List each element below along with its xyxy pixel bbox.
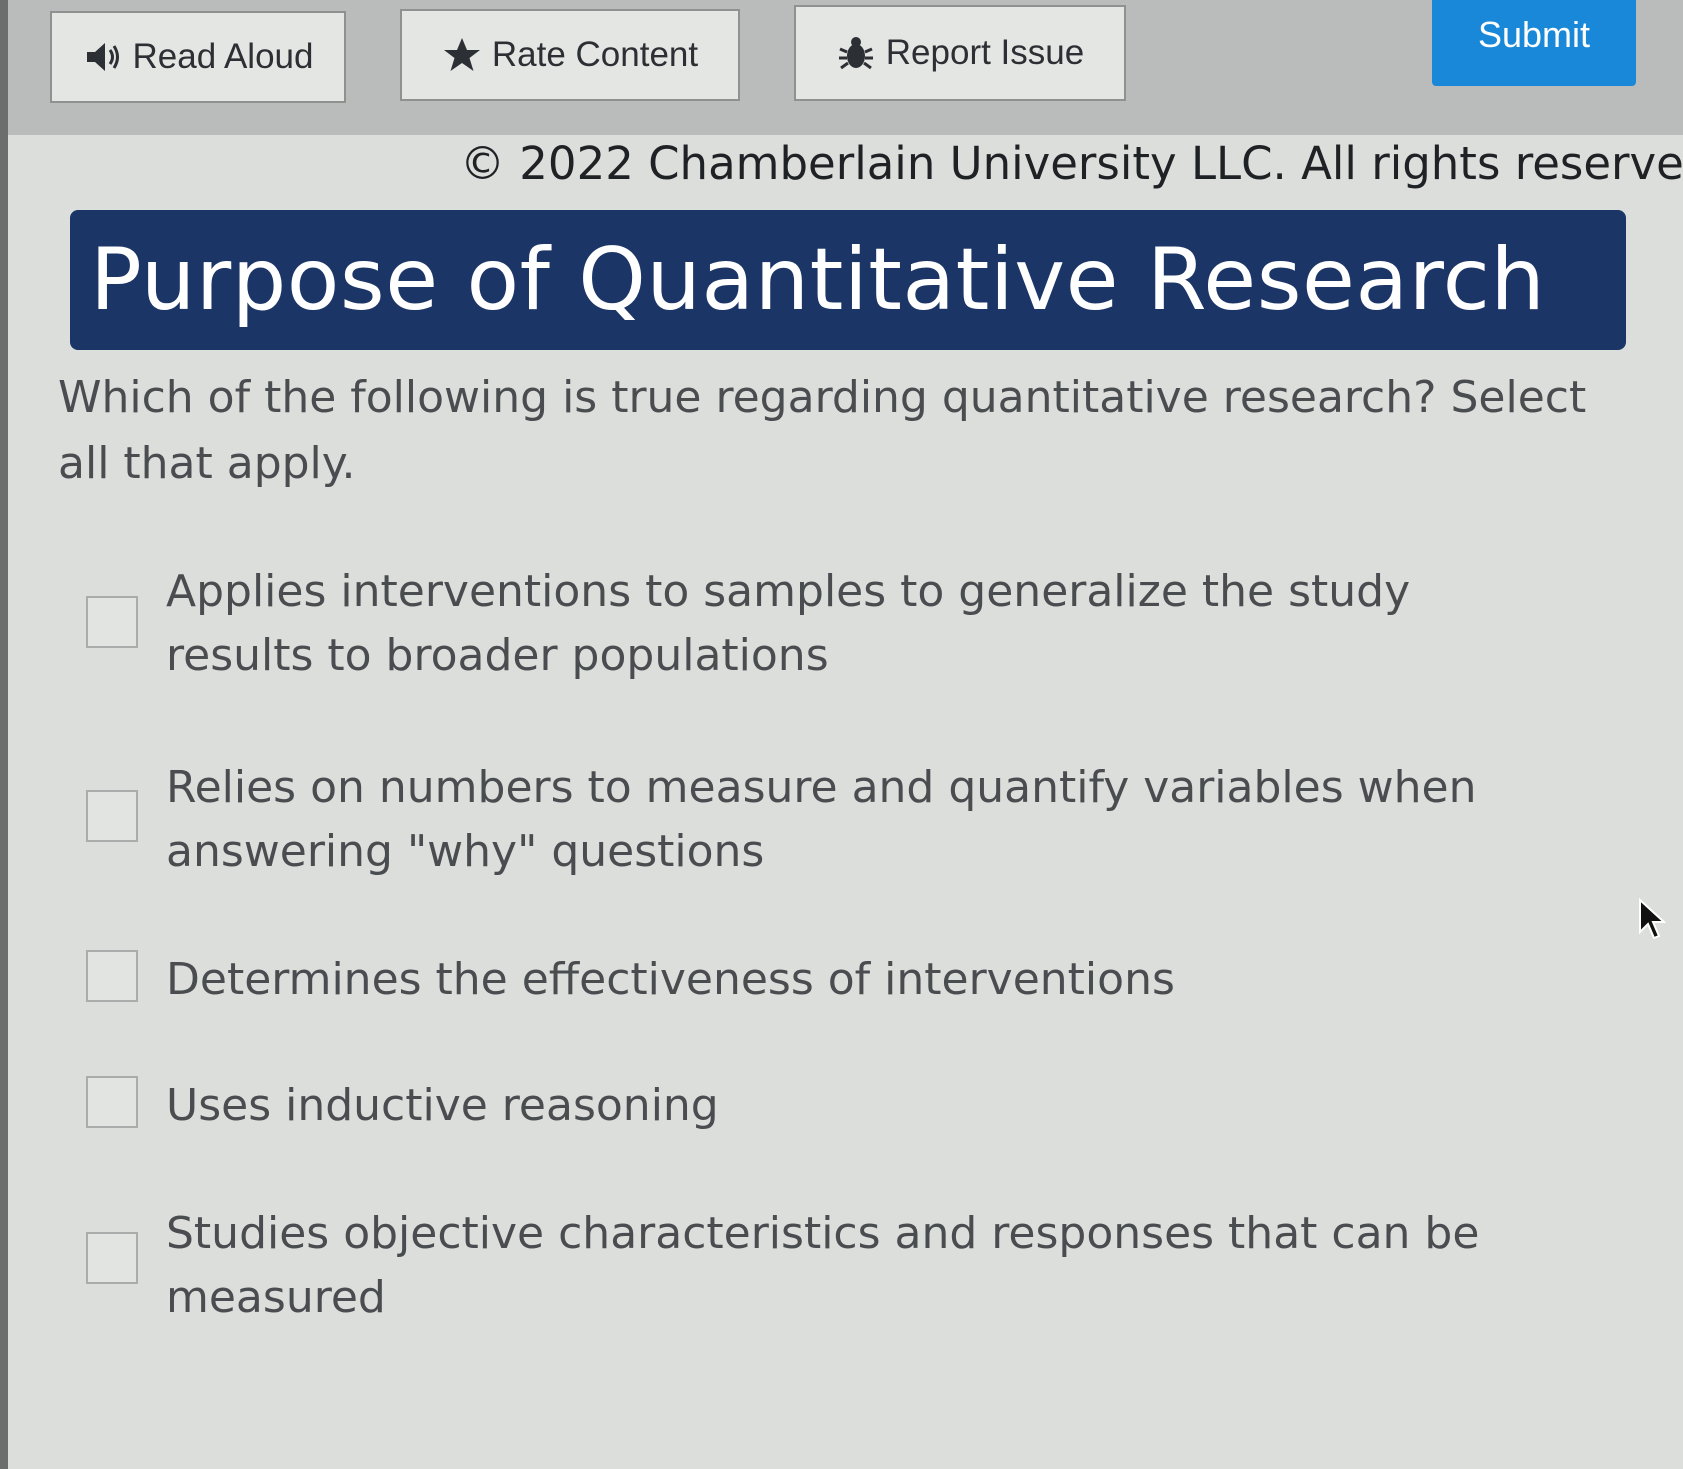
option-3-checkbox[interactable] [86, 950, 138, 1002]
question-text: Which of the following is true regarding… [58, 372, 1587, 489]
option-4-label: Uses inductive reasoning [166, 1080, 719, 1131]
speaker-icon [83, 37, 123, 77]
option-2-checkbox[interactable] [86, 790, 138, 842]
answer-option-1[interactable]: Applies interventions to samples to gene… [86, 560, 1586, 688]
option-5-checkbox[interactable] [86, 1232, 138, 1284]
option-3-label: Determines the effectiveness of interven… [166, 954, 1175, 1005]
copyright-notice: © 2022 Chamberlain University LLC. All r… [460, 137, 1683, 190]
bug-icon [836, 33, 876, 73]
answer-option-5[interactable]: Studies objective characteristics and re… [86, 1202, 1586, 1330]
option-1-checkbox[interactable] [86, 596, 138, 648]
screen-edge [0, 0, 8, 1469]
read-aloud-button[interactable]: Read Aloud [50, 11, 346, 103]
rate-content-label: Rate Content [491, 35, 699, 74]
title-bar: Purpose of Quantitative Research [70, 210, 1626, 350]
option-4-checkbox[interactable] [86, 1076, 138, 1128]
answer-option-3[interactable]: Determines the effectiveness of interven… [86, 948, 1586, 1012]
star-icon [442, 35, 482, 75]
option-1-label: Applies interventions to samples to gene… [166, 566, 1411, 681]
read-aloud-label: Read Aloud [132, 37, 314, 76]
answer-option-2[interactable]: Relies on numbers to measure and quantif… [86, 756, 1586, 884]
report-issue-label: Report Issue [885, 33, 1085, 72]
answer-option-4[interactable]: Uses inductive reasoning [86, 1074, 1586, 1138]
mouse-cursor-icon [1639, 898, 1666, 940]
report-issue-button[interactable]: Report Issue [794, 5, 1126, 101]
option-2-label: Relies on numbers to measure and quantif… [166, 762, 1477, 877]
submit-button[interactable]: Submit [1432, 0, 1636, 86]
option-5-label: Studies objective characteristics and re… [166, 1208, 1480, 1323]
rate-content-button[interactable]: Rate Content [400, 9, 740, 101]
page-title: Purpose of Quantitative Research [90, 230, 1546, 330]
toolbar: Read Aloud Rate Content Report Issue Sub… [8, 0, 1683, 135]
